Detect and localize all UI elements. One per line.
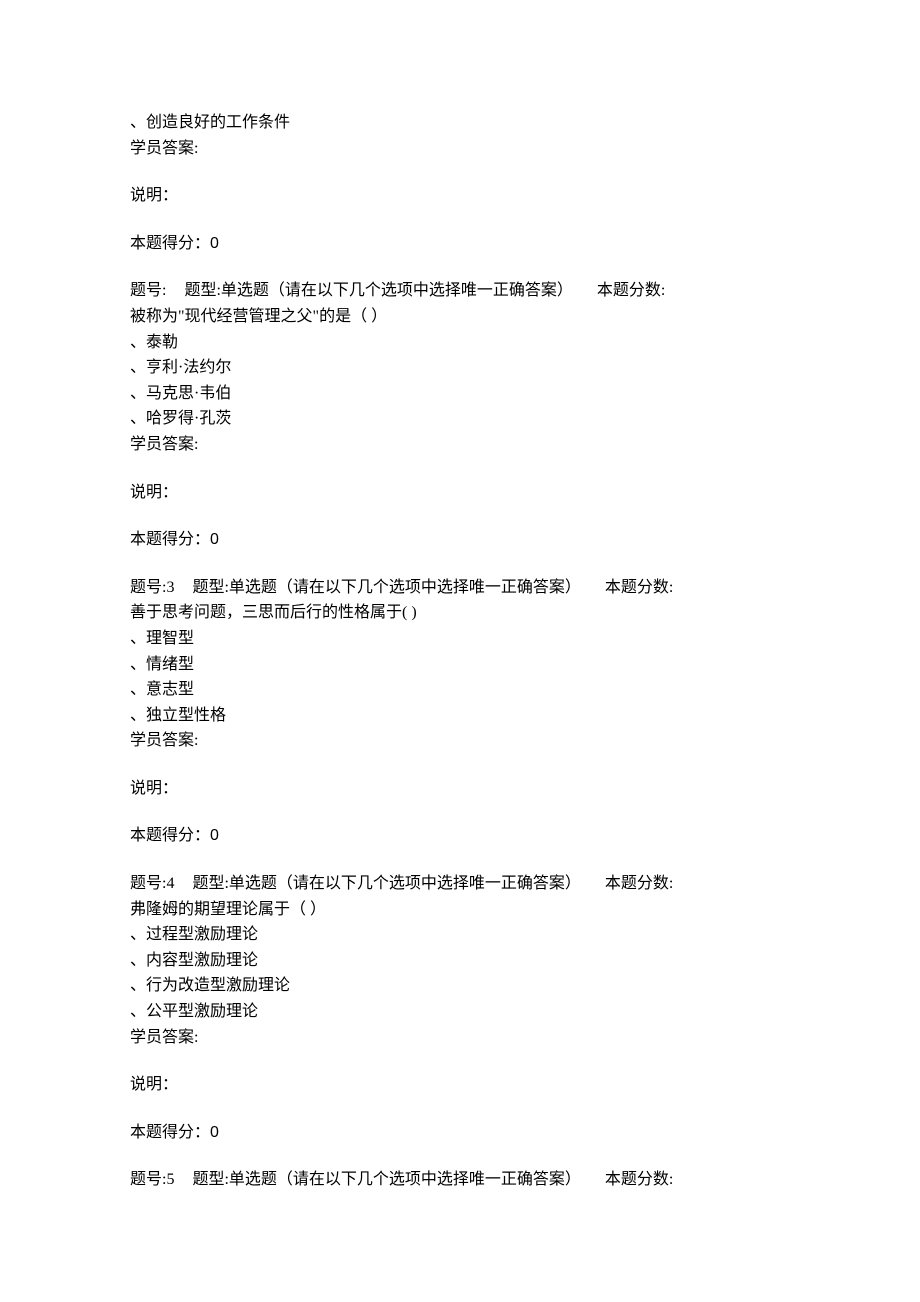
score-line: 本题得分：0 — [130, 527, 790, 553]
option-text: 、马克思·韦伯 — [130, 381, 790, 407]
document-page: 、创造良好的工作条件 学员答案: 说明： 本题得分：0 题号: 题型:单选题（请… — [0, 0, 920, 1302]
score-value: 0 — [210, 235, 219, 252]
score-prefix: 本题得分： — [130, 827, 210, 844]
score-value: 0 — [210, 827, 219, 844]
score-value: 0 — [210, 531, 219, 548]
score-line: 本题得分：0 — [130, 1120, 790, 1146]
score-prefix: 本题得分： — [130, 1124, 210, 1141]
question-stem: 被称为"现代经营管理之父"的是（ ） — [130, 304, 790, 330]
qtype-label: 题型:单选题（请在以下几个选项中选择唯一正确答案） — [192, 575, 580, 601]
explain-label: 说明： — [130, 183, 790, 209]
option-text: 、哈罗得·孔茨 — [130, 406, 790, 432]
question-header: 题号:4 题型:单选题（请在以下几个选项中选择唯一正确答案） 本题分数: — [130, 871, 790, 897]
question-stem: 善于思考问题，三思而后行的性格属于( ) — [130, 600, 790, 626]
explain-label: 说明： — [130, 776, 790, 802]
question-header: 题号: 题型:单选题（请在以下几个选项中选择唯一正确答案） 本题分数: — [130, 278, 790, 304]
question-header: 题号:5 题型:单选题（请在以下几个选项中选择唯一正确答案） 本题分数: — [130, 1167, 790, 1193]
option-text: 、创造良好的工作条件 — [130, 110, 790, 136]
option-text: 、意志型 — [130, 677, 790, 703]
qtype-label: 题型:单选题（请在以下几个选项中选择唯一正确答案） — [192, 1167, 580, 1193]
option-text: 、公平型激励理论 — [130, 999, 790, 1025]
explain-label: 说明： — [130, 1072, 790, 1098]
qtype-label: 题型:单选题（请在以下几个选项中选择唯一正确答案） — [192, 871, 580, 897]
student-answer-label: 学员答案: — [130, 432, 790, 458]
qpoints-label: 本题分数: — [605, 871, 673, 897]
option-text: 、过程型激励理论 — [130, 922, 790, 948]
option-text: 、行为改造型激励理论 — [130, 973, 790, 999]
option-text: 、亨利·法约尔 — [130, 355, 790, 381]
student-answer-label: 学员答案: — [130, 136, 790, 162]
question-stem: 弗隆姆的期望理论属于（ ） — [130, 897, 790, 923]
qnum-label: 题号:3 — [130, 575, 174, 601]
qpoints-label: 本题分数: — [597, 278, 665, 304]
student-answer-label: 学员答案: — [130, 728, 790, 754]
qpoints-label: 本题分数: — [605, 575, 673, 601]
option-text: 、情绪型 — [130, 652, 790, 678]
option-text: 、泰勒 — [130, 330, 790, 356]
option-text: 、独立型性格 — [130, 703, 790, 729]
option-text: 、内容型激励理论 — [130, 948, 790, 974]
option-text: 、理智型 — [130, 626, 790, 652]
score-prefix: 本题得分： — [130, 235, 210, 252]
qnum-label: 题号:4 — [130, 871, 174, 897]
score-line: 本题得分：0 — [130, 823, 790, 849]
qnum-label: 题号: — [130, 278, 166, 304]
score-prefix: 本题得分： — [130, 531, 210, 548]
score-line: 本题得分：0 — [130, 231, 790, 257]
qpoints-label: 本题分数: — [605, 1167, 673, 1193]
qnum-label: 题号:5 — [130, 1167, 174, 1193]
student-answer-label: 学员答案: — [130, 1025, 790, 1051]
explain-label: 说明： — [130, 480, 790, 506]
qtype-label: 题型:单选题（请在以下几个选项中选择唯一正确答案） — [184, 278, 572, 304]
question-header: 题号:3 题型:单选题（请在以下几个选项中选择唯一正确答案） 本题分数: — [130, 575, 790, 601]
score-value: 0 — [210, 1124, 219, 1141]
